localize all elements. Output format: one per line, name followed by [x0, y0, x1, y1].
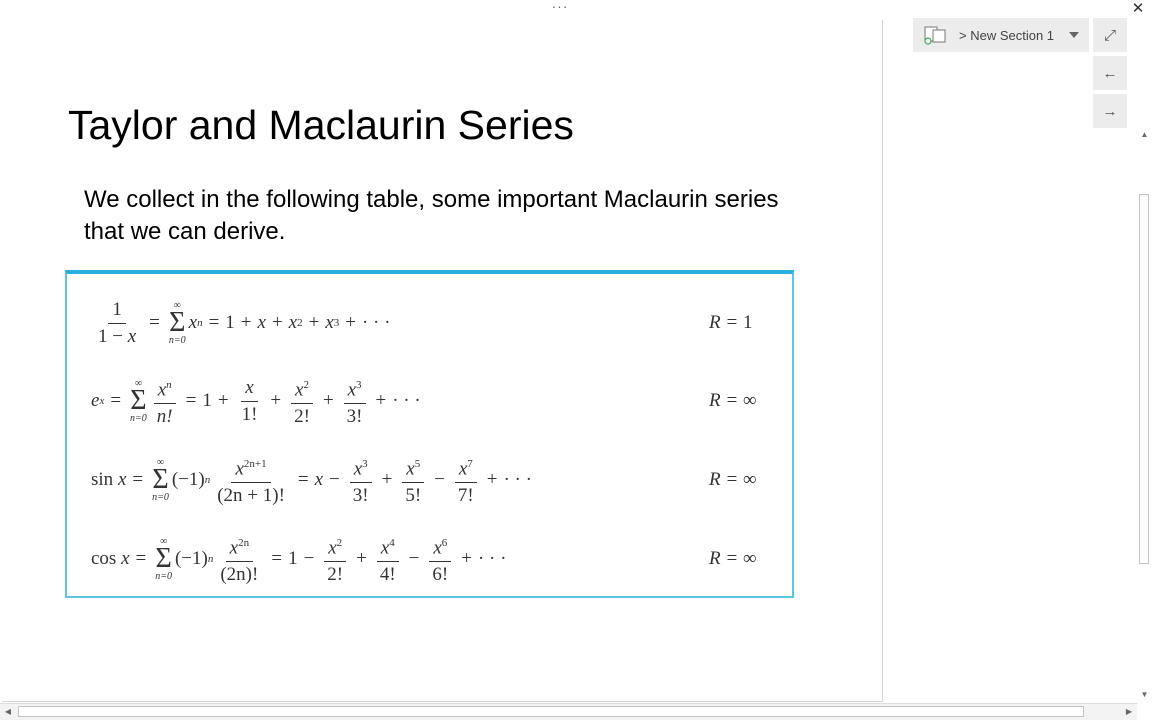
- summation-icon: ∞ Σ n=0: [168, 300, 186, 346]
- series-geometric: 1 1 − x = ∞ Σ n=0 xn = 1 + x + x 2 + x 3 + · ·…: [91, 288, 390, 358]
- slide-body-text[interactable]: We collect in the following table, some …: [84, 184, 804, 248]
- scroll-left-icon[interactable]: ◀: [0, 704, 16, 720]
- section-label: > New Section 1: [959, 27, 1055, 43]
- summation-icon: ∞ Σ n=0: [155, 536, 172, 582]
- more-options-icon[interactable]: ···: [548, 0, 572, 14]
- summation-icon: ∞ Σ n=0: [152, 457, 169, 503]
- section-thumbnail-icon: [923, 25, 947, 45]
- scroll-right-icon[interactable]: ▶: [1121, 704, 1137, 720]
- chevron-down-icon[interactable]: [1069, 32, 1079, 38]
- summation-icon: ∞ Σ n=0: [130, 378, 147, 424]
- back-arrow-icon[interactable]: ←: [1093, 56, 1127, 90]
- close-icon[interactable]: ✕: [1128, 0, 1148, 18]
- scroll-down-icon[interactable]: ▼: [1137, 688, 1152, 702]
- series-cosine: cos x = ∞ Σ n=0 (−1) n x2n (2n)! = 1 − x2 2…: [91, 524, 506, 594]
- series-sine: sin x = ∞ Σ n=0 (−1) n x2n+1 (2n + 1)! = x…: [91, 445, 532, 515]
- horizontal-scroll-thumb[interactable]: [18, 706, 1084, 717]
- scroll-up-icon[interactable]: ▲: [1137, 128, 1152, 142]
- vertical-scroll-thumb[interactable]: [1139, 194, 1149, 564]
- series-exponential: ex = ∞ Σ n=0 xn n! = 1 + x 1! + x2 2! + x3 3…: [91, 376, 421, 428]
- expand-icon[interactable]: ⤢: [1093, 18, 1127, 52]
- horizontal-scrollbar[interactable]: ◀ ▶: [0, 703, 1137, 720]
- fraction: 1 1 − x: [98, 298, 137, 347]
- radius-exponential: R = ∞: [709, 390, 757, 411]
- app-window: ··· ✕ Taylor and Maclaurin Series We col…: [0, 0, 1152, 720]
- vertical-scrollbar[interactable]: ▲ ▼: [1137, 128, 1152, 702]
- forward-arrow-icon[interactable]: →: [1093, 94, 1127, 128]
- slide-title[interactable]: Taylor and Maclaurin Series: [68, 102, 574, 149]
- section-navigator[interactable]: > New Section 1: [913, 18, 1089, 52]
- slide-canvas[interactable]: Taylor and Maclaurin Series We collect i…: [2, 20, 883, 702]
- radius-cosine: R = ∞: [709, 548, 757, 569]
- radius-sine: R = ∞: [709, 469, 757, 490]
- maclaurin-series-table[interactable]: 1 1 − x = ∞ Σ n=0 xn = 1 + x + x 2 + x 3 + · ·…: [65, 270, 794, 598]
- radius-geometric: R = 1: [709, 312, 753, 333]
